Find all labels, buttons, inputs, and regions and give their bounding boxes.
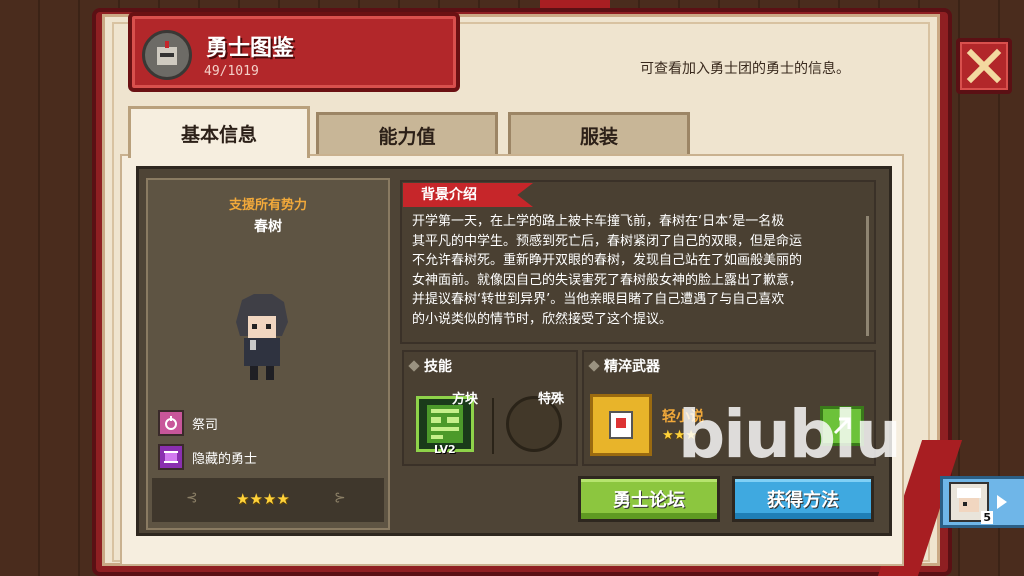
hero-class-hidden: 隐藏的勇士 [158,444,257,470]
story-scrollbar[interactable] [866,216,869,336]
weapon-header: 精淬武器 [588,356,660,376]
skills-header: 技能 [408,356,452,376]
light-novel-icon [609,411,633,439]
class-label: 祭司 [192,417,219,433]
story-line: 不允许春树死。重新睁开双眼的春树，发现自己站在了如画般美丽的 [412,253,803,269]
next-hero-avatar: 5 [949,482,993,524]
tab-stats[interactable]: 能力值 [316,112,498,156]
weapon-slot[interactable] [590,394,652,456]
tab-costume[interactable]: 服装 [508,112,690,156]
priest-icon [158,410,184,436]
next-hero-level: 5 [981,511,993,524]
close-icon [966,48,1002,84]
knight-helmet-icon [142,30,192,80]
close-button[interactable] [956,38,1012,94]
diamond-icon [588,360,600,372]
chevron-right-icon [997,495,1007,509]
block-skill-level: LV2 [434,443,456,456]
hero-name: 春树 [254,219,282,235]
hero-class-priest: 祭司 [158,410,218,436]
special-skill-label: 特殊 [538,392,565,407]
hero-faction: 支援所有势力 [228,198,307,213]
block-skill-label: 方块 [452,392,479,407]
story-line: 其平凡的中学生。预感到死亡后，春树紧闭了自己的双眼，但是命运 [412,233,803,249]
obtain-method-button[interactable]: 获得方法 [732,476,874,522]
arrow-right-icon: ⊱ [334,490,346,506]
collection-count: 49/1019 [204,64,259,79]
hero-rarity-stars: ★★★★ [236,490,290,508]
story-line: 开学第一天，在上学的路上被卡车撞飞前，春树在‘日本’是一名极 [412,214,785,229]
class-label: 隐藏的勇士 [192,451,258,467]
hero-forum-button[interactable]: 勇士论坛 [578,476,720,522]
scroll-icon [158,444,184,470]
story-title: 背景介绍 [403,183,533,207]
story-line: 女神面前。就像因自己的失误害死了春树般女神的脸上露出了歉意， [412,272,803,288]
skills-title: 技能 [424,359,452,375]
weapon-title: 精淬武器 [604,359,660,375]
story-line: 并提议春树‘转世到异界’。当他亲眼目睹了自己遭遇了与自己喜欢 [412,292,785,308]
page-title: 勇士图鉴 [206,36,295,61]
tab-basic-info[interactable]: 基本信息 [128,106,310,158]
next-hero-button[interactable]: 5 [940,476,1024,528]
hero-sprite [228,292,294,384]
header-description: 可查看加入勇士团的勇士的信息。 [640,61,850,77]
skill-divider [492,398,494,454]
watermark: biublu [678,396,902,473]
story-text: 开学第一天，在上学的路上被卡车撞飞前，春树在‘日本’是一名极 其平凡的中学生。预… [412,212,856,330]
diamond-icon [408,360,420,372]
arrow-left-icon: ⊰ [186,490,198,506]
story-line: 的小说类似的情节时，欣然接受了这个提议。 [412,311,673,327]
